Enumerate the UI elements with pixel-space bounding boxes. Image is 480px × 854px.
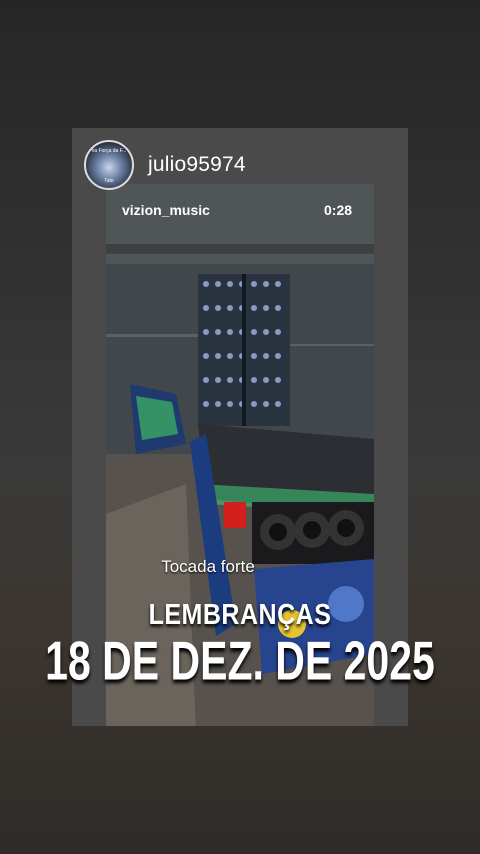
story-caption-container: Tocada forte bbox=[0, 557, 480, 577]
memory-date: 18 DE DEZ. DE 2025 bbox=[45, 630, 435, 692]
avatar-text-top: na Força da F... bbox=[91, 148, 127, 154]
avatar[interactable]: na Força da F... Tato bbox=[84, 140, 134, 190]
story-username[interactable]: julio95974 bbox=[148, 153, 246, 177]
memories-label: LEMBRANÇAS bbox=[148, 598, 332, 632]
duration-label: 0:28 bbox=[324, 202, 353, 218]
avatar-text-bottom: Tato bbox=[104, 178, 114, 184]
music-label[interactable]: vizion_music bbox=[122, 202, 210, 218]
story-caption: Tocada forte bbox=[161, 557, 255, 576]
